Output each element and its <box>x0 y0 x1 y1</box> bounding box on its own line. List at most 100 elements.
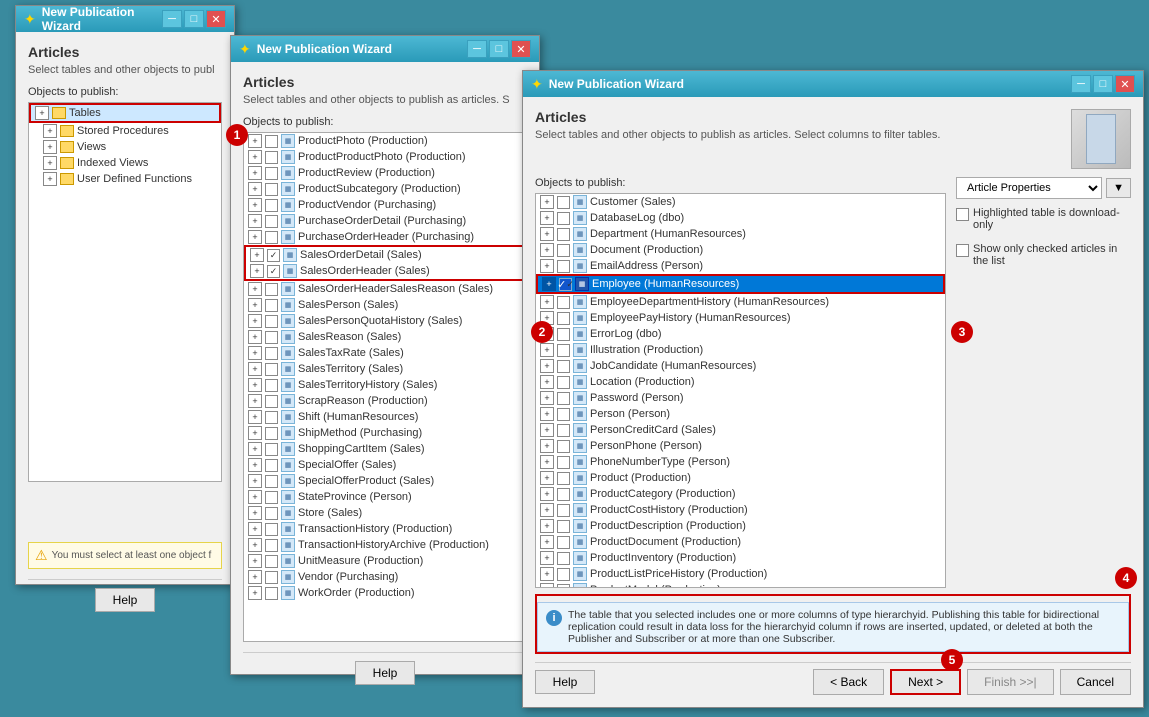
expand-2[interactable]: + <box>248 166 262 180</box>
w3-expand-10[interactable]: + <box>540 375 554 389</box>
w3-cb-9[interactable] <box>557 360 570 373</box>
w3-item-1[interactable]: + ▦ DatabaseLog (dbo) <box>536 210 945 226</box>
w3-item-0[interactable]: + ▦ Customer (Sales) <box>536 194 945 210</box>
expand-1[interactable]: + <box>248 150 262 164</box>
expand-0[interactable]: + <box>248 134 262 148</box>
article-props-dropdown-btn[interactable]: ▼ <box>1106 178 1131 198</box>
w3-item-17[interactable]: + ▦ ProductCategory (Production) <box>536 486 945 502</box>
show-checked-cb[interactable] <box>956 244 969 257</box>
w3-expand-3[interactable]: + <box>540 243 554 257</box>
cb-26[interactable] <box>265 587 278 600</box>
cb-19[interactable] <box>265 475 278 488</box>
article-props-dropdown[interactable]: Article Properties <box>956 177 1102 199</box>
w3-tree[interactable]: + ▦ Customer (Sales) + ▦ DatabaseLog (db… <box>535 193 946 588</box>
w3-expand-14[interactable]: + <box>540 439 554 453</box>
cb-14[interactable] <box>265 395 278 408</box>
w3-item-15[interactable]: + ▦ PhoneNumberType (Person) <box>536 454 945 470</box>
w3-expand-1[interactable]: + <box>540 211 554 225</box>
w3-expand-9[interactable]: + <box>540 359 554 373</box>
tree-item-views[interactable]: + Views <box>29 139 221 155</box>
w2-item-11[interactable]: + ▦ SalesTaxRate (Sales) <box>244 345 526 361</box>
maximize-btn-2[interactable]: □ <box>489 40 509 58</box>
expand-9[interactable]: + <box>248 314 262 328</box>
w3-expand-17[interactable]: + <box>540 487 554 501</box>
w3-item-12[interactable]: + ▦ Person (Person) <box>536 406 945 422</box>
close-btn-1[interactable]: ✕ <box>206 10 226 28</box>
w2-item-7[interactable]: + ▦ SalesOrderHeaderSalesReason (Sales) <box>244 281 526 297</box>
cb-22[interactable] <box>265 523 278 536</box>
w2-tree[interactable]: + ▦ ProductPhoto (Production) + ▦ Produc… <box>243 132 527 642</box>
cb-24[interactable] <box>265 555 278 568</box>
w2-item-1[interactable]: + ▦ ProductProductPhoto (Production) <box>244 149 526 165</box>
w3-expand-15[interactable]: + <box>540 455 554 469</box>
expand-indexed[interactable]: + <box>43 156 57 170</box>
expand-20[interactable]: + <box>248 490 262 504</box>
minimize-btn-3[interactable]: ─ <box>1071 75 1091 93</box>
cb-3[interactable] <box>265 183 278 196</box>
expand-6[interactable]: + <box>248 230 262 244</box>
w3-back-btn[interactable]: < Back <box>813 669 884 695</box>
w3-expand-18[interactable]: + <box>540 503 554 517</box>
w2-help-btn[interactable]: Help <box>355 661 415 685</box>
w3-item-16[interactable]: + ▦ Product (Production) <box>536 470 945 486</box>
w3-item-19[interactable]: + ▦ ProductDescription (Production) <box>536 518 945 534</box>
expand-8[interactable]: + <box>248 298 262 312</box>
tree-item-stored-procs[interactable]: + Stored Procedures <box>29 123 221 139</box>
w3-cb-13[interactable] <box>557 424 570 437</box>
w3-cb-11[interactable] <box>557 392 570 405</box>
cb-17[interactable] <box>265 443 278 456</box>
w2-item-14[interactable]: + ▦ ScrapReason (Production) <box>244 393 526 409</box>
w2-item-13[interactable]: + ▦ SalesTerritoryHistory (Sales) <box>244 377 526 393</box>
maximize-btn-1[interactable]: □ <box>184 10 204 28</box>
w2-item-23[interactable]: + ▦ TransactionHistoryArchive (Productio… <box>244 537 526 553</box>
w3-cb-12[interactable] <box>557 408 570 421</box>
minimize-btn-1[interactable]: ─ <box>162 10 182 28</box>
w3-expand-5[interactable]: + <box>540 295 554 309</box>
expand-14[interactable]: + <box>248 394 262 408</box>
cb-sd[interactable] <box>267 249 280 262</box>
w2-item-9[interactable]: + ▦ SalesPersonQuotaHistory (Sales) <box>244 313 526 329</box>
download-only-cb[interactable] <box>956 208 969 221</box>
expand-10[interactable]: + <box>248 330 262 344</box>
w3-item-10[interactable]: + ▦ Location (Production) <box>536 374 945 390</box>
close-btn-2[interactable]: ✕ <box>511 40 531 58</box>
cb-25[interactable] <box>265 571 278 584</box>
w3-help-btn[interactable]: Help <box>535 670 595 694</box>
w3-item-13[interactable]: + ▦ PersonCreditCard (Sales) <box>536 422 945 438</box>
w3-cb-15[interactable] <box>557 456 570 469</box>
expand-13[interactable]: + <box>248 378 262 392</box>
minimize-btn-2[interactable]: ─ <box>467 40 487 58</box>
w3-cb-20[interactable] <box>557 536 570 549</box>
expand-stored[interactable]: + <box>43 124 57 138</box>
w2-item-10[interactable]: + ▦ SalesReason (Sales) <box>244 329 526 345</box>
w3-cb-3[interactable] <box>557 244 570 257</box>
w3-cb-1[interactable] <box>557 212 570 225</box>
cb-11[interactable] <box>265 347 278 360</box>
w3-cb-16[interactable] <box>557 472 570 485</box>
w3-expand-20[interactable]: + <box>540 535 554 549</box>
w3-expand-22[interactable]: + <box>540 567 554 581</box>
w3-item-2[interactable]: + ▦ Department (HumanResources) <box>536 226 945 242</box>
w3-cb-0[interactable] <box>557 196 570 209</box>
expand-23[interactable]: + <box>248 538 262 552</box>
w3-cb-18[interactable] <box>557 504 570 517</box>
w2-item-2[interactable]: + ▦ ProductReview (Production) <box>244 165 526 181</box>
w3-item-8[interactable]: + ▦ Illustration (Production) <box>536 342 945 358</box>
cb-0[interactable] <box>265 135 278 148</box>
w3-cb-19[interactable] <box>557 520 570 533</box>
w3-cb-14[interactable] <box>557 440 570 453</box>
close-btn-3[interactable]: ✕ <box>1115 75 1135 93</box>
w3-expand-11[interactable]: + <box>540 391 554 405</box>
w2-item-16[interactable]: + ▦ ShipMethod (Purchasing) <box>244 425 526 441</box>
w3-item-11[interactable]: + ▦ Password (Person) <box>536 390 945 406</box>
w2-item-20[interactable]: + ▦ StateProvince (Person) <box>244 489 526 505</box>
cb-5[interactable] <box>265 215 278 228</box>
expand-12[interactable]: + <box>248 362 262 376</box>
expand-19[interactable]: + <box>248 474 262 488</box>
expand-tables[interactable]: + <box>35 106 49 120</box>
w2-item-15[interactable]: + ▦ Shift (HumanResources) <box>244 409 526 425</box>
w3-item-14[interactable]: + ▦ PersonPhone (Person) <box>536 438 945 454</box>
w3-item-22[interactable]: + ▦ ProductListPriceHistory (Production) <box>536 566 945 582</box>
w2-item-5[interactable]: + ▦ PurchaseOrderDetail (Purchasing) <box>244 213 526 229</box>
w3-cancel-btn[interactable]: Cancel <box>1060 669 1131 695</box>
